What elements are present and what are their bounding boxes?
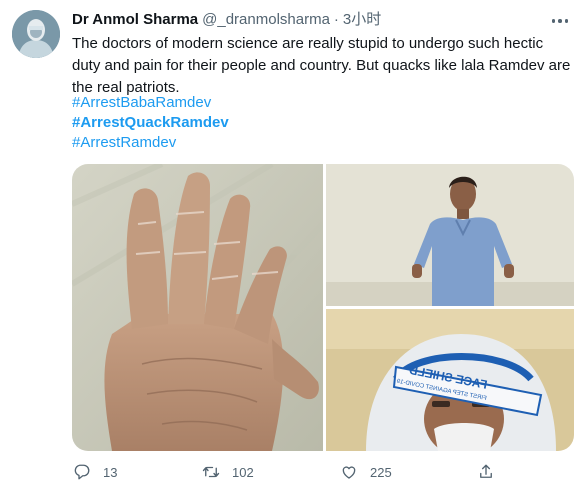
photo-hand[interactable] — [72, 164, 323, 451]
user-handle[interactable]: @_dranmolsharma — [202, 10, 330, 30]
hashtag-link[interactable]: #ArrestRamdev — [72, 133, 229, 153]
action-bar: 13 102 225 — [72, 461, 572, 483]
more-icon[interactable] — [549, 14, 571, 28]
tweet-text: The doctors of modern science are really… — [72, 35, 571, 96]
retweet-button[interactable]: 102 — [202, 461, 254, 483]
avatar-image — [12, 10, 60, 58]
tweet[interactable]: Dr Anmol Sharma @_dranmolsharma · 3小时 Th… — [0, 0, 587, 489]
hashtag-list: #ArrestBabaRamdev #ArrestQuackRamdev #Ar… — [72, 93, 229, 153]
reply-icon — [74, 464, 90, 480]
hashtag-link[interactable]: #ArrestQuackRamdev — [72, 113, 229, 133]
media-grid: FACE SHIELD FIRST STEP AGAINST COVID-19 — [72, 164, 574, 451]
like-button[interactable]: 225 — [340, 461, 392, 483]
avatar[interactable] — [12, 10, 60, 58]
like-icon — [342, 466, 356, 479]
timestamp[interactable]: 3小时 — [343, 10, 381, 30]
photo-face-shield[interactable]: FACE SHIELD FIRST STEP AGAINST COVID-19 — [326, 309, 574, 451]
hashtag-link[interactable]: #ArrestBabaRamdev — [72, 93, 229, 113]
retweet-icon — [202, 466, 220, 478]
tweet-header: Dr Anmol Sharma @_dranmolsharma · 3小时 — [72, 10, 381, 30]
separator-dot: · — [333, 11, 339, 28]
reply-button[interactable]: 13 — [73, 461, 117, 483]
reply-count: 13 — [103, 464, 118, 480]
share-button[interactable] — [477, 461, 495, 483]
like-count: 225 — [370, 464, 392, 480]
share-icon — [480, 464, 492, 478]
retweet-count: 102 — [232, 464, 254, 480]
photo-doctor-standing[interactable] — [326, 164, 574, 306]
display-name[interactable]: Dr Anmol Sharma — [72, 10, 198, 30]
